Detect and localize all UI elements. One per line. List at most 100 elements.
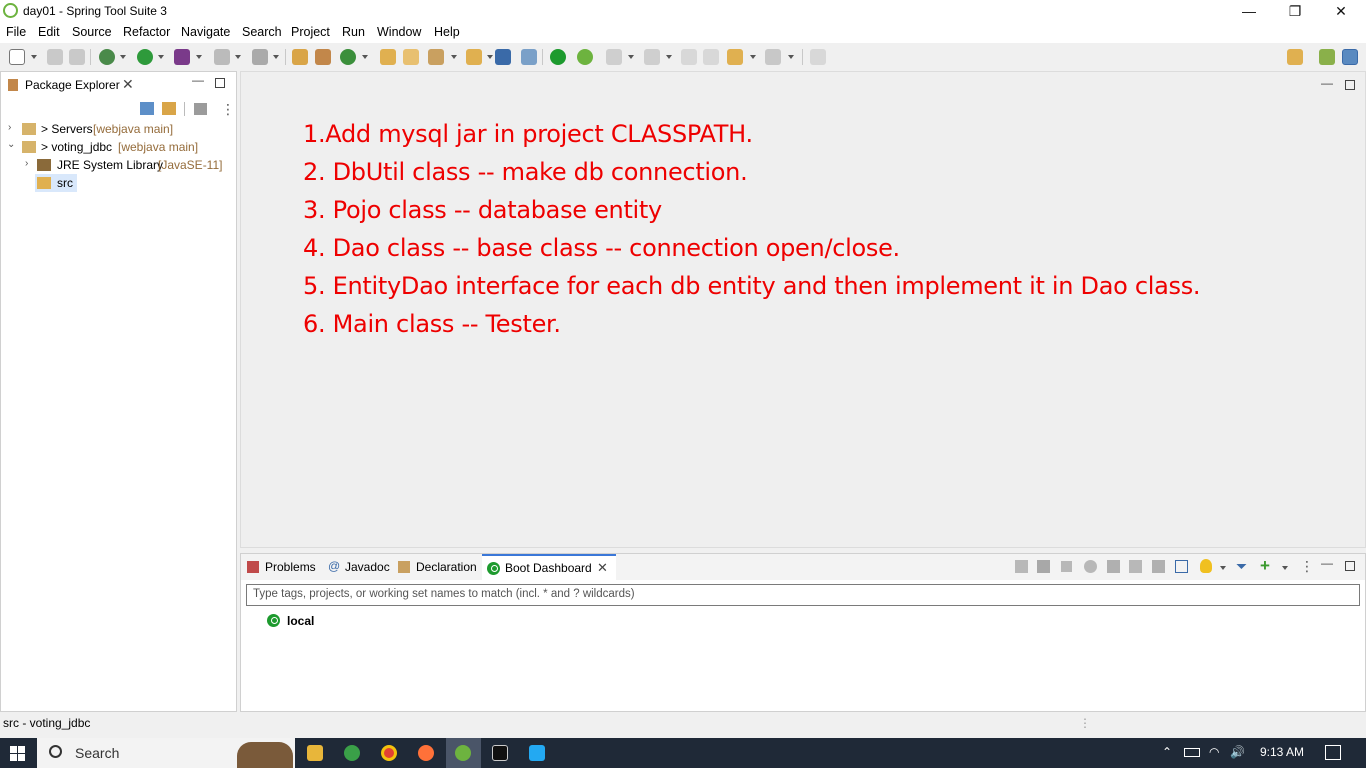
tree-item-jre-system-library[interactable]: › JRE System Library [JavaSE-11]	[1, 157, 236, 175]
collapse-icon[interactable]: ⌄	[7, 139, 15, 150]
menu-run[interactable]: Run	[342, 25, 365, 39]
add-dropdown-icon[interactable]	[1282, 566, 1288, 570]
minimize-button[interactable]: —	[1226, 0, 1272, 22]
package-explorer-tab[interactable]: Package Explorer ✕ —	[1, 72, 236, 96]
java-perspective-icon[interactable]	[1342, 49, 1358, 65]
pin-icon[interactable]	[521, 49, 537, 65]
external-tools-icon[interactable]	[174, 49, 190, 65]
minimize-view-icon[interactable]: —	[192, 73, 204, 87]
close-tab-icon[interactable]: ✕	[122, 76, 134, 93]
collapse-all-icon[interactable]	[140, 102, 154, 115]
previous-annotation-icon[interactable]	[644, 49, 660, 65]
new-icon[interactable]	[9, 49, 25, 65]
tab-declaration[interactable]: Declaration	[395, 554, 481, 580]
close-tab-icon[interactable]: ✕	[597, 560, 608, 576]
vscode-icon[interactable]	[529, 745, 545, 761]
menu-window[interactable]: Window	[377, 25, 421, 39]
new-class-dropdown-icon[interactable]	[362, 55, 368, 59]
chevron-up-icon[interactable]: ⌃	[1162, 745, 1172, 759]
expand-icon[interactable]: ›	[25, 158, 28, 169]
last-edit-icon[interactable]	[681, 49, 697, 65]
server-dropdown-icon[interactable]	[273, 55, 279, 59]
taskbar-search[interactable]: Search	[37, 738, 295, 768]
external-tools-dropdown-icon[interactable]	[196, 55, 202, 59]
open-type-icon[interactable]	[380, 49, 396, 65]
wifi-icon[interactable]: ◠	[1209, 745, 1219, 759]
file-explorer-icon[interactable]	[307, 745, 323, 761]
tab-boot-dashboard[interactable]: Boot Dashboard ✕	[482, 554, 616, 580]
tab-problems[interactable]: Problems	[245, 554, 323, 580]
spring-tool-suite-taskbar-icon[interactable]	[344, 745, 360, 761]
view-menu-icon[interactable]: ⋮	[221, 101, 235, 118]
firefox-icon[interactable]	[418, 745, 434, 761]
expand-icon[interactable]: ›	[8, 122, 11, 133]
start-icon[interactable]	[1015, 560, 1028, 573]
save-icon[interactable]	[47, 49, 63, 65]
filter-input[interactable]: Type tags, projects, or working set name…	[246, 584, 1360, 606]
previous-annotation-dropdown-icon[interactable]	[666, 55, 672, 59]
back-icon[interactable]	[727, 49, 743, 65]
menu-file[interactable]: File	[6, 25, 26, 39]
debug-icon[interactable]	[99, 49, 115, 65]
lightbulb-icon[interactable]	[1200, 559, 1212, 573]
spring-active-icon[interactable]	[455, 745, 471, 761]
new-package-icon[interactable]	[315, 49, 331, 65]
maximize-view-icon[interactable]	[215, 78, 225, 88]
open-resource-icon[interactable]	[403, 49, 419, 65]
back-dropdown-icon[interactable]	[750, 55, 756, 59]
properties-icon[interactable]	[1175, 560, 1188, 573]
add-icon[interactable]: +	[1260, 556, 1270, 576]
boot-item-local[interactable]: local	[265, 612, 345, 630]
next-annotation-dropdown-icon[interactable]	[628, 55, 634, 59]
edit-icon[interactable]	[1152, 560, 1165, 573]
menu-source[interactable]: Source	[72, 25, 112, 39]
search-tool-icon[interactable]	[428, 49, 444, 65]
boot-dashboard-icon[interactable]	[550, 49, 566, 65]
battery-icon[interactable]	[1184, 748, 1200, 757]
chrome-icon[interactable]	[381, 745, 397, 761]
minimize-editor-icon[interactable]: —	[1321, 76, 1333, 90]
menu-project[interactable]: Project	[291, 25, 330, 39]
open-perspective-icon[interactable]	[810, 49, 826, 65]
new-class-icon[interactable]	[340, 49, 356, 65]
filter-icon[interactable]: ⏷	[1236, 558, 1247, 575]
debug-icon[interactable]	[1037, 560, 1050, 573]
clock-time[interactable]: 9:13 AM	[1260, 745, 1304, 759]
close-button[interactable]: ✕	[1318, 0, 1364, 22]
maximize-editor-icon[interactable]	[1345, 80, 1355, 90]
tab-javadoc[interactable]: @ Javadoc	[325, 554, 393, 580]
menu-edit[interactable]: Edit	[38, 25, 60, 39]
volume-icon[interactable]: 🔊	[1230, 745, 1245, 759]
open-folder-icon[interactable]	[466, 49, 482, 65]
spring-icon[interactable]	[577, 49, 593, 65]
search-dropdown-icon[interactable]	[451, 55, 457, 59]
stop-icon[interactable]	[1061, 561, 1072, 572]
forward-dropdown-icon[interactable]	[788, 55, 794, 59]
forward-edit-icon[interactable]	[703, 49, 719, 65]
maximize-view-icon[interactable]	[1345, 561, 1355, 571]
run-icon[interactable]	[137, 49, 153, 65]
next-annotation-icon[interactable]	[606, 49, 622, 65]
maximize-button[interactable]: ❐	[1272, 0, 1318, 22]
menu-help[interactable]: Help	[434, 25, 460, 39]
save-all-icon[interactable]	[69, 49, 85, 65]
debug-dropdown-icon[interactable]	[120, 55, 126, 59]
deploy-icon[interactable]	[1129, 560, 1142, 573]
lightbulb-dropdown-icon[interactable]	[1220, 566, 1226, 570]
view-menu-icon[interactable]: ⋮	[1300, 558, 1314, 575]
notifications-icon[interactable]	[1325, 745, 1341, 760]
menu-navigate[interactable]: Navigate	[181, 25, 230, 39]
server-icon[interactable]	[252, 49, 268, 65]
open-folder-dropdown-icon[interactable]	[487, 55, 493, 59]
windows-start-icon[interactable]	[10, 746, 25, 761]
open-console-icon[interactable]	[1107, 560, 1120, 573]
stop-icon[interactable]	[214, 49, 230, 65]
run-dropdown-icon[interactable]	[158, 55, 164, 59]
menu-refactor[interactable]: Refactor	[123, 25, 170, 39]
stop-dropdown-icon[interactable]	[235, 55, 241, 59]
menu-search[interactable]: Search	[242, 25, 282, 39]
console-icon[interactable]	[495, 49, 511, 65]
terminal-icon[interactable]	[492, 745, 508, 761]
link-with-editor-icon[interactable]	[162, 102, 176, 115]
open-perspective-button-icon[interactable]	[1287, 49, 1303, 65]
